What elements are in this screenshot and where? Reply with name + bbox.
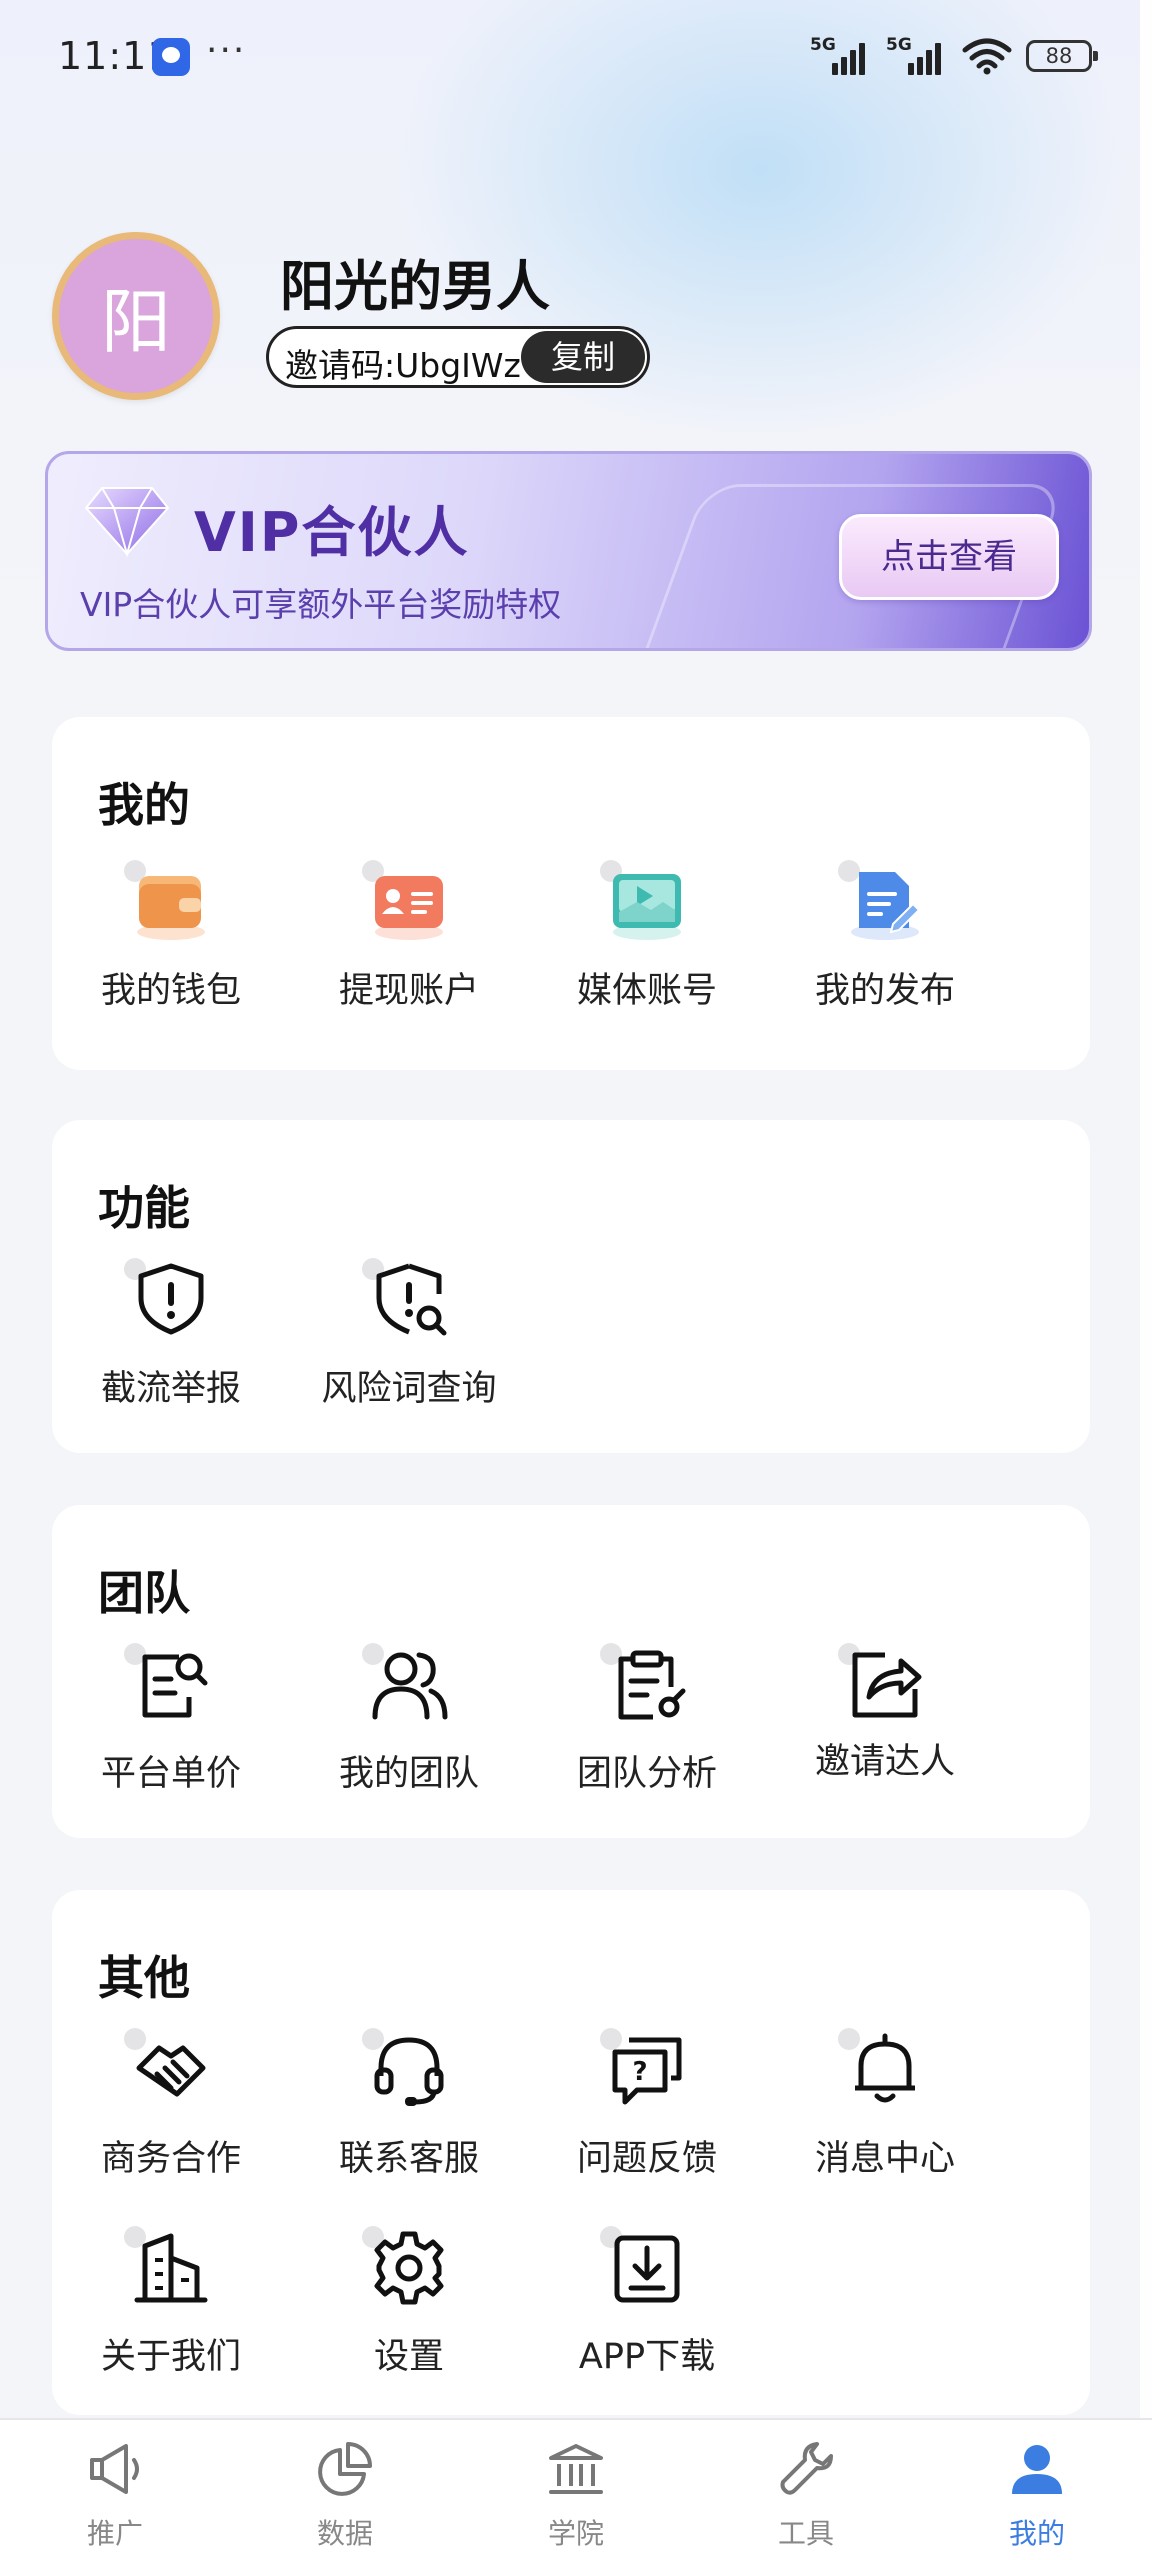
nav-item-academy[interactable]: 学院 — [461, 2420, 691, 2560]
card-title: 功能 — [98, 1181, 190, 1235]
item-label: 媒体账号 — [576, 971, 717, 1011]
item-media-account[interactable]: 媒体账号 — [528, 860, 766, 1022]
item-settings[interactable]: 设置 — [290, 2226, 528, 2388]
item-intercept-report[interactable]: 截流举报 — [52, 1258, 290, 1420]
item-label: 商务合作 — [100, 2139, 241, 2179]
building-icon — [134, 2233, 208, 2303]
invite-code-pill: 邀请码:UbgIWz 复制 — [266, 326, 650, 388]
item-label: 平台单价 — [100, 1754, 241, 1794]
item-label: 截流举报 — [100, 1369, 241, 1409]
copy-button[interactable]: 复制 — [521, 331, 645, 383]
wifi-icon — [962, 38, 1012, 75]
megaphone-icon — [90, 2444, 139, 2494]
item-wallet[interactable]: 我的钱包 — [52, 860, 290, 1022]
nav-item-data[interactable]: 数据 — [230, 2420, 460, 2560]
card-other: 其他 商务合作 联系客服 ? 问题反馈 消息中心 关于我们 设置 APP下载 — [52, 1890, 1090, 2415]
handshake-icon — [136, 2045, 206, 2097]
item-label: 我的钱包 — [100, 971, 241, 1011]
media-icon — [613, 874, 681, 940]
item-risk-word-search[interactable]: 风险词查询 — [290, 1258, 528, 1420]
gear-icon — [374, 2231, 444, 2305]
document-edit-icon — [851, 872, 921, 940]
item-platform-price[interactable]: 平台单价 — [52, 1643, 290, 1805]
academy-icon — [549, 2444, 603, 2494]
item-label: 联系客服 — [338, 2139, 479, 2179]
item-invite-talent[interactable]: 邀请达人 — [766, 1643, 1004, 1805]
svg-text:?: ? — [632, 2057, 647, 2087]
nav-label: 学院 — [547, 2517, 604, 2550]
diamond-icon — [84, 487, 170, 558]
nav-item-mine[interactable]: 我的 — [922, 2420, 1152, 2560]
vip-title: VIP合伙人 — [194, 501, 470, 564]
profile-page: 11:11 ··· 5G 5G 88 阳 阳光的男人 邀请码:UbgIWz 复制… — [0, 0, 1152, 2560]
item-my-team[interactable]: 我的团队 — [290, 1643, 528, 1805]
card-title: 我的 — [98, 778, 190, 832]
item-label: 团队分析 — [576, 1754, 717, 1794]
item-about-us[interactable]: 关于我们 — [52, 2226, 290, 2388]
headset-icon — [374, 2037, 444, 2106]
status-bar: 11:11 ··· 5G 5G 88 — [0, 0, 1152, 114]
vip-view-button[interactable]: 点击查看 — [839, 514, 1059, 600]
signal-type-2: 5G — [886, 35, 912, 55]
nav-label: 推广 — [86, 2517, 143, 2550]
user-name: 阳光的男人 — [280, 255, 550, 318]
download-icon — [614, 2235, 680, 2303]
item-customer-service[interactable]: 联系客服 — [290, 2028, 528, 2190]
avatar[interactable]: 阳 — [52, 232, 220, 400]
nav-label: 数据 — [316, 2517, 373, 2550]
wrench-icon — [780, 2442, 833, 2495]
item-my-posts[interactable]: 我的发布 — [766, 860, 1004, 1022]
more-notifications-icon: ··· — [206, 30, 247, 71]
item-app-download[interactable]: APP下载 — [528, 2226, 766, 2388]
signal-type: 5G — [810, 35, 836, 55]
user-icon — [1012, 2445, 1062, 2494]
status-indicators: 5G 5G 88 — [810, 35, 1098, 76]
share-icon — [852, 1652, 922, 1718]
item-label: 邀请达人 — [814, 1742, 955, 1782]
nav-label: 我的 — [1008, 2517, 1065, 2550]
item-label: APP下载 — [578, 2337, 716, 2377]
item-feedback[interactable]: ? 问题反馈 — [528, 2028, 766, 2190]
item-label: 我的团队 — [338, 1754, 479, 1794]
card-team: 团队 平台单价 我的团队 团队分析 邀请达人 — [52, 1505, 1090, 1838]
card-features: 功能 截流举报 风险词查询 — [52, 1120, 1090, 1453]
item-label: 问题反馈 — [576, 2139, 717, 2179]
item-label: 设置 — [373, 2337, 444, 2377]
item-withdraw-account[interactable]: 提现账户 — [290, 860, 528, 1022]
item-label: 我的发布 — [814, 971, 955, 1011]
feedback-icon: ? — [612, 2037, 682, 2105]
item-label: 提现账户 — [338, 971, 479, 1011]
item-business-cooperation[interactable]: 商务合作 — [52, 2028, 290, 2190]
wallet-icon — [137, 876, 205, 940]
nav-item-tools[interactable]: 工具 — [691, 2420, 921, 2560]
item-message-center[interactable]: 消息中心 — [766, 2028, 1004, 2190]
item-label: 消息中心 — [814, 2139, 955, 2179]
id-card-icon — [375, 876, 443, 940]
bottom-nav: 推广 数据 学院 工具 我的 — [0, 2418, 1152, 2560]
card-mine: 我的 我的钱包 提现账户 媒体账号 我的发布 — [52, 717, 1090, 1070]
shield-search-icon — [376, 1263, 447, 1336]
nav-label: 工具 — [777, 2517, 834, 2550]
doc-search-icon — [142, 1653, 208, 1718]
vip-description: VIP合伙人可享额外平台奖励特权 — [80, 585, 562, 624]
item-team-analysis[interactable]: 团队分析 — [528, 1643, 766, 1805]
edge-strip — [1140, 0, 1152, 2420]
card-title: 其他 — [98, 1951, 190, 2005]
app-notification-icon — [152, 38, 190, 76]
shield-alert-icon — [138, 1263, 204, 1335]
team-icon — [372, 1652, 448, 1720]
pie-chart-icon — [318, 2442, 372, 2496]
clipboard-analysis-icon — [618, 1650, 686, 1720]
battery-icon: 88 — [1026, 40, 1098, 72]
bell-icon — [855, 2033, 915, 2103]
card-title: 团队 — [98, 1566, 190, 1620]
item-label: 关于我们 — [100, 2337, 241, 2377]
invite-code: 邀请码:UbgIWz — [285, 346, 521, 385]
avatar-initial: 阳 — [101, 280, 171, 363]
signal-icon: 5G — [810, 35, 872, 75]
vip-banner[interactable]: VIP合伙人 VIP合伙人可享额外平台奖励特权 点击查看 — [45, 451, 1092, 651]
signal-icon-2: 5G — [886, 35, 948, 75]
nav-item-promote[interactable]: 推广 — [0, 2420, 230, 2560]
item-label: 风险词查询 — [321, 1369, 497, 1409]
